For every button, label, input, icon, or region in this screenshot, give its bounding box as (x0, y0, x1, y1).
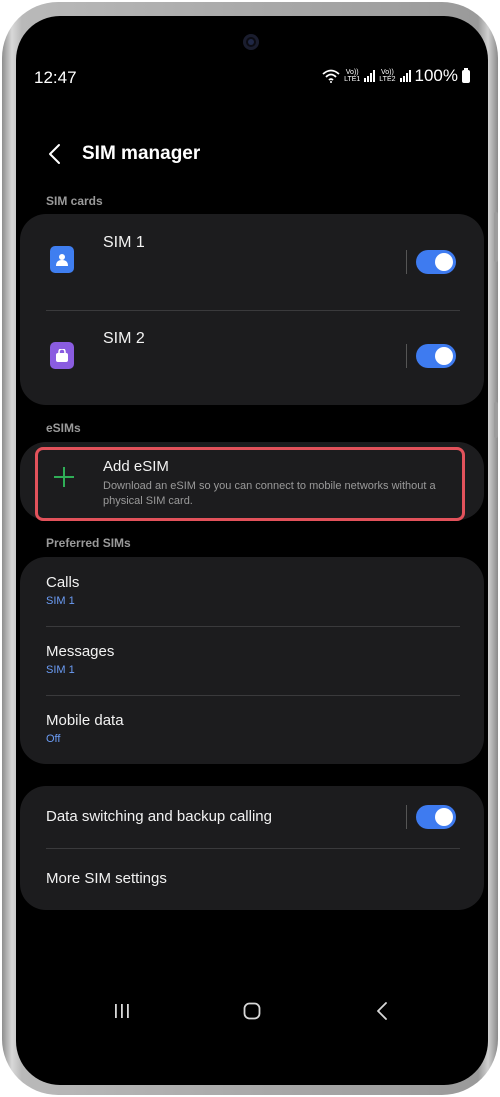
section-label-sim-cards: SIM cards (46, 194, 103, 208)
preferred-mobile-data-row[interactable]: Mobile data Off (20, 695, 484, 764)
page-title: SIM manager (82, 143, 201, 164)
status-icons: Vo)) LTE1 Vo)) LTE2 100% (322, 66, 470, 86)
sim2-network-label: Vo)) LTE2 (379, 69, 396, 83)
pref-value: SIM 1 (46, 595, 75, 607)
wifi-icon (322, 69, 340, 83)
chevron-left-icon (49, 144, 60, 164)
sim-name: SIM 1 (103, 234, 145, 251)
status-time: 12:47 (34, 68, 77, 87)
home-button[interactable] (237, 998, 267, 1024)
app-header: SIM manager (16, 126, 488, 182)
signal-icon (399, 70, 411, 82)
preferred-calls-row[interactable]: Calls SIM 1 (20, 557, 484, 626)
sim-cards-card: SIM 1 SIM 2 (20, 214, 484, 405)
sim-name: SIM 2 (103, 330, 145, 347)
battery-icon (462, 67, 470, 83)
more-settings-card: Data switching and backup calling More S… (20, 786, 484, 910)
data-switching-toggle[interactable] (416, 805, 456, 829)
more-sim-settings-label: More SIM settings (46, 870, 167, 887)
sim1-network-label: Vo)) LTE1 (344, 69, 361, 83)
divider (406, 805, 407, 829)
pref-value: SIM 1 (46, 664, 75, 676)
preferred-messages-row[interactable]: Messages SIM 1 (20, 626, 484, 695)
volume-button (494, 212, 498, 262)
phone-frame: 12:47 Vo)) LTE1 Vo)) LTE2 100% SIM manag… (2, 2, 498, 1095)
battery-percent: 100% (414, 66, 458, 85)
divider (406, 250, 407, 274)
sim-person-icon (50, 246, 74, 273)
back-button[interactable] (42, 136, 66, 172)
sim-bag-icon (50, 342, 74, 369)
sim1-toggle[interactable] (416, 250, 456, 274)
navigation-bar (16, 986, 488, 1036)
highlight-box (35, 447, 465, 521)
signal-icon (364, 70, 376, 82)
divider (406, 344, 407, 368)
pref-title: Calls (46, 574, 80, 591)
recent-apps-icon (115, 1004, 129, 1018)
power-button (494, 402, 498, 438)
pref-title: Mobile data (46, 712, 124, 729)
section-label-preferred-sims: Preferred SIMs (46, 536, 131, 550)
nav-back-button[interactable] (367, 998, 397, 1024)
status-bar: 12:47 Vo)) LTE1 Vo)) LTE2 100% (16, 16, 488, 136)
preferred-sims-card: Calls SIM 1 Messages SIM 1 Mobile data O… (20, 557, 484, 764)
sim-row-sim2[interactable]: SIM 2 (20, 310, 484, 405)
section-label-esims: eSIMs (46, 421, 81, 435)
sim2-toggle[interactable] (416, 344, 456, 368)
pref-value: Off (46, 733, 61, 745)
data-switching-row[interactable]: Data switching and backup calling (20, 786, 484, 848)
screen: 12:47 Vo)) LTE1 Vo)) LTE2 100% SIM manag… (16, 16, 488, 1085)
data-switching-label: Data switching and backup calling (46, 808, 272, 825)
more-sim-settings-row[interactable]: More SIM settings (20, 848, 484, 910)
sim-row-sim1[interactable]: SIM 1 (20, 214, 484, 309)
back-icon (377, 1002, 387, 1020)
recent-apps-button[interactable] (107, 998, 137, 1024)
pref-title: Messages (46, 643, 115, 660)
home-icon (243, 1002, 261, 1020)
